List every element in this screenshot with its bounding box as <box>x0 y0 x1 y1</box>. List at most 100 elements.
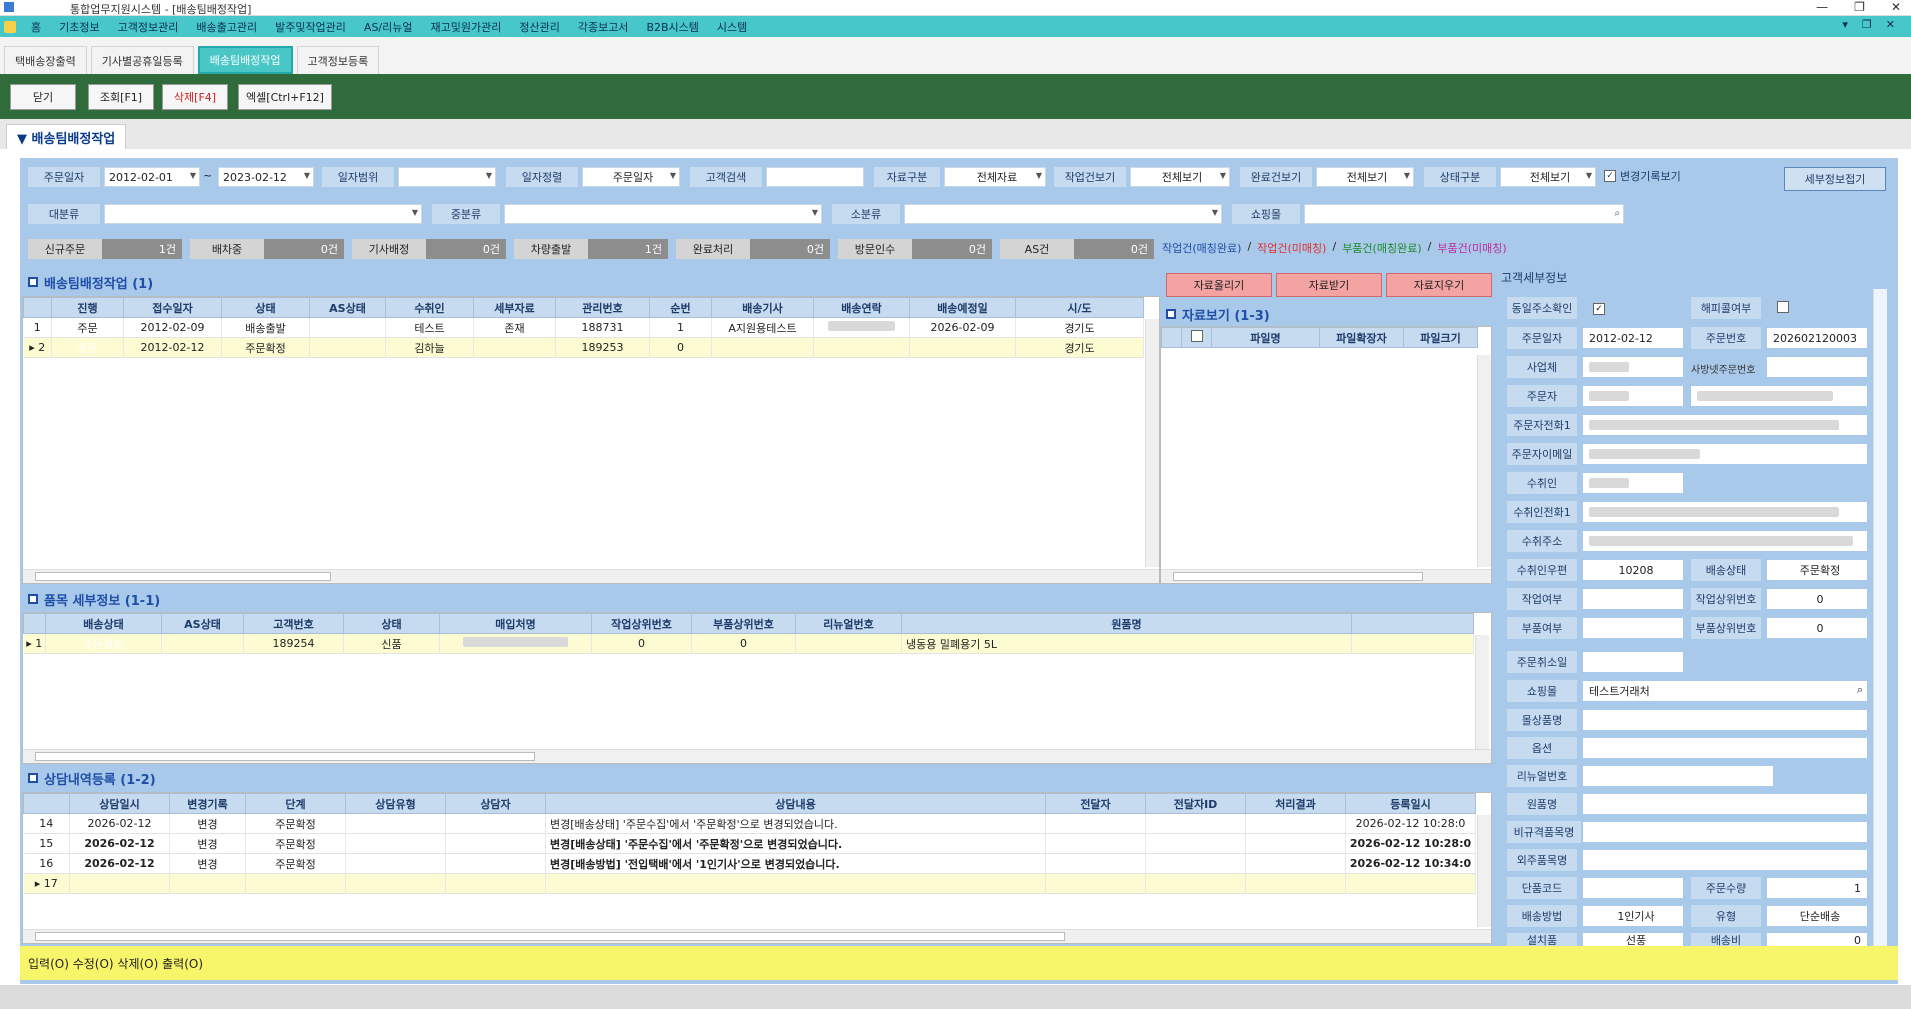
cell-consult-date[interactable]: 2026-02-12 <box>69 853 170 874</box>
ship-status-select[interactable]: 주문확정 <box>1767 560 1867 580</box>
close-window-button[interactable]: ✕ <box>1891 0 1901 14</box>
cell-consultant[interactable] <box>445 853 546 874</box>
cell-status[interactable]: 배송출발 <box>221 317 310 338</box>
extra-field[interactable]: 선풍 <box>1583 933 1683 947</box>
cell-result[interactable] <box>1245 833 1346 854</box>
menu-shipping[interactable]: 배송출고관리 <box>187 19 266 35</box>
col-header-part-parent[interactable]: 부품상위번호 <box>691 613 796 634</box>
col-header-work-parent[interactable]: 작업상위번호 <box>591 613 692 634</box>
cell-stage[interactable]: 주문확정 <box>245 813 346 834</box>
work-parent-field[interactable]: 0 <box>1767 589 1867 609</box>
cell-as-status[interactable] <box>309 337 386 358</box>
cell-consult-type[interactable] <box>345 833 446 854</box>
part-field[interactable] <box>1583 618 1683 638</box>
receiver-phone-field[interactable] <box>1583 502 1867 522</box>
col-header-consultant[interactable]: 상담자 <box>445 793 546 814</box>
data-class-select[interactable]: 전체자료 ▼ <box>944 167 1046 187</box>
cell-consultant[interactable] <box>445 873 546 894</box>
cell-deliverer[interactable] <box>1045 813 1146 834</box>
cell-vendor-redacted[interactable] <box>439 633 592 654</box>
cell-as-status[interactable] <box>309 317 386 338</box>
col-header-consult-date[interactable]: 상담일시 <box>69 793 170 814</box>
scroll-thumb[interactable] <box>1173 572 1423 581</box>
cell-consult-content[interactable]: 변경[배송상태] '주문수집'에서 '주문확정'으로 변경되었습니다. <box>545 833 1046 854</box>
scroll-thumb[interactable] <box>35 572 331 581</box>
cell-receiver[interactable]: 테스트 <box>385 317 474 338</box>
cell-consult-type[interactable] <box>345 873 446 894</box>
customer-search-input[interactable] <box>766 167 864 187</box>
col-header-consult-content[interactable]: 상담내용 <box>545 793 1046 814</box>
cell-detail-data[interactable]: 존재 <box>473 317 556 338</box>
work-view-select[interactable]: 전체보기 ▼ <box>1130 167 1230 187</box>
cell-work-parent[interactable]: 0 <box>591 633 692 654</box>
work-field[interactable] <box>1583 589 1683 609</box>
menu-b2b[interactable]: B2B시스템 <box>637 19 707 35</box>
big-class-select[interactable]: ▼ <box>104 204 422 224</box>
order-no-field[interactable]: 202602120003 <box>1767 328 1867 348</box>
consult-hscroll[interactable] <box>23 929 1491 943</box>
outsource-field[interactable] <box>1583 850 1867 870</box>
cell-result[interactable] <box>1245 873 1346 894</box>
minimize-button[interactable]: — <box>1816 0 1828 14</box>
download-button[interactable]: 자료받기 <box>1276 273 1382 297</box>
cell-registered-at[interactable]: 2026-02-12 10:28:0 <box>1345 833 1476 854</box>
scroll-thumb[interactable] <box>35 752 535 761</box>
biz-select[interactable] <box>1583 357 1683 377</box>
query-button[interactable]: 조회[F1] <box>88 84 154 110</box>
cancel-date-field[interactable] <box>1583 652 1683 672</box>
col-header-customer-no[interactable]: 고객번호 <box>243 613 344 634</box>
tab-label-print[interactable]: 택배송장출력 <box>4 46 87 74</box>
tab-driver-holiday[interactable]: 기사별공휴일등록 <box>90 46 194 74</box>
cell-consult-content[interactable]: 변경[배송상태] '주문수집'에서 '주문확정'으로 변경되었습니다. <box>545 813 1046 834</box>
cell-manage-no[interactable]: 189253 <box>555 337 650 358</box>
col-header-deliverer[interactable]: 전달자 <box>1045 793 1146 814</box>
renewal-field[interactable] <box>1583 766 1773 786</box>
col-header-driver[interactable]: 배송기사 <box>711 297 814 318</box>
cell-detail-data[interactable] <box>473 337 556 358</box>
cell-deliverer[interactable] <box>1045 873 1146 894</box>
items-hscroll[interactable] <box>23 749 1491 763</box>
cell-progress[interactable]: 주문 <box>51 317 124 338</box>
delete-button[interactable]: 삭제[F4] <box>162 84 228 110</box>
cell-consult-date[interactable]: 2026-02-12 <box>69 813 170 834</box>
cell-stage[interactable]: 주문확정 <box>245 833 346 854</box>
orderer-field[interactable] <box>1583 386 1683 406</box>
cell-deliverer[interactable] <box>1045 833 1146 854</box>
unit-code-field[interactable] <box>1583 878 1683 898</box>
receiver-addr-field[interactable] <box>1583 531 1867 551</box>
close-button[interactable]: 닫기 <box>10 84 76 110</box>
table-row-selected[interactable]: ▸ 2 주문 2012-02-12 주문확정 김하늘 189253 0 경기도 <box>23 337 1144 358</box>
cell-received-date[interactable]: 2012-02-09 <box>123 317 222 338</box>
cell-due-date[interactable] <box>909 337 1016 358</box>
part-parent-field[interactable]: 0 <box>1767 618 1867 638</box>
cell-registered-at[interactable]: 2026-02-12 10:28:0 <box>1345 813 1476 834</box>
orderer-phone-field[interactable] <box>1583 415 1867 435</box>
cell-product-name[interactable]: 냉동용 밀폐용기 5L <box>901 633 1352 654</box>
col-header-due-date[interactable]: 배송예정일 <box>909 297 1016 318</box>
detail-fold-button[interactable]: 세부정보접기 <box>1784 167 1886 191</box>
cell-consult-date-input[interactable] <box>69 873 170 894</box>
col-header-manage-no[interactable]: 관리번호 <box>555 297 650 318</box>
cell-consult-type[interactable] <box>345 813 446 834</box>
cell-received-date[interactable]: 2012-02-12 <box>123 337 222 358</box>
cell-region[interactable]: 경기도 <box>1015 317 1144 338</box>
table-row[interactable]: 15 2026-02-12 변경 주문확정 변경[배송상태] '주문수집'에서 … <box>23 833 1476 854</box>
col-header-stage[interactable]: 단계 <box>245 793 346 814</box>
col-header-seq[interactable]: 순번 <box>649 297 712 318</box>
cell-change-log[interactable] <box>169 873 246 894</box>
col-header-ship-status[interactable]: 배송상태 <box>45 613 162 634</box>
status-class-select[interactable]: 전체보기 ▼ <box>1500 167 1596 187</box>
cell-ship-status[interactable]: 주문확정 <box>45 633 162 654</box>
menu-home[interactable]: 홈 <box>22 19 50 35</box>
cell-change-log[interactable]: 변경 <box>169 853 246 874</box>
menu-basic-info[interactable]: 기초정보 <box>50 19 108 35</box>
cell-registered-at[interactable] <box>1345 873 1476 894</box>
menu-system[interactable]: 시스템 <box>708 19 756 35</box>
nonstd-field[interactable] <box>1583 822 1867 842</box>
same-addr-checkbox[interactable]: ✓ <box>1593 301 1605 315</box>
mid-class-select[interactable]: ▼ <box>504 204 822 224</box>
upload-button[interactable]: 자료올리기 <box>1166 273 1272 297</box>
menu-order-work[interactable]: 발주및작업관리 <box>266 19 355 35</box>
menu-as-renewal[interactable]: AS/리뉴얼 <box>355 19 422 35</box>
cell-progress[interactable]: 주문 <box>51 337 124 358</box>
